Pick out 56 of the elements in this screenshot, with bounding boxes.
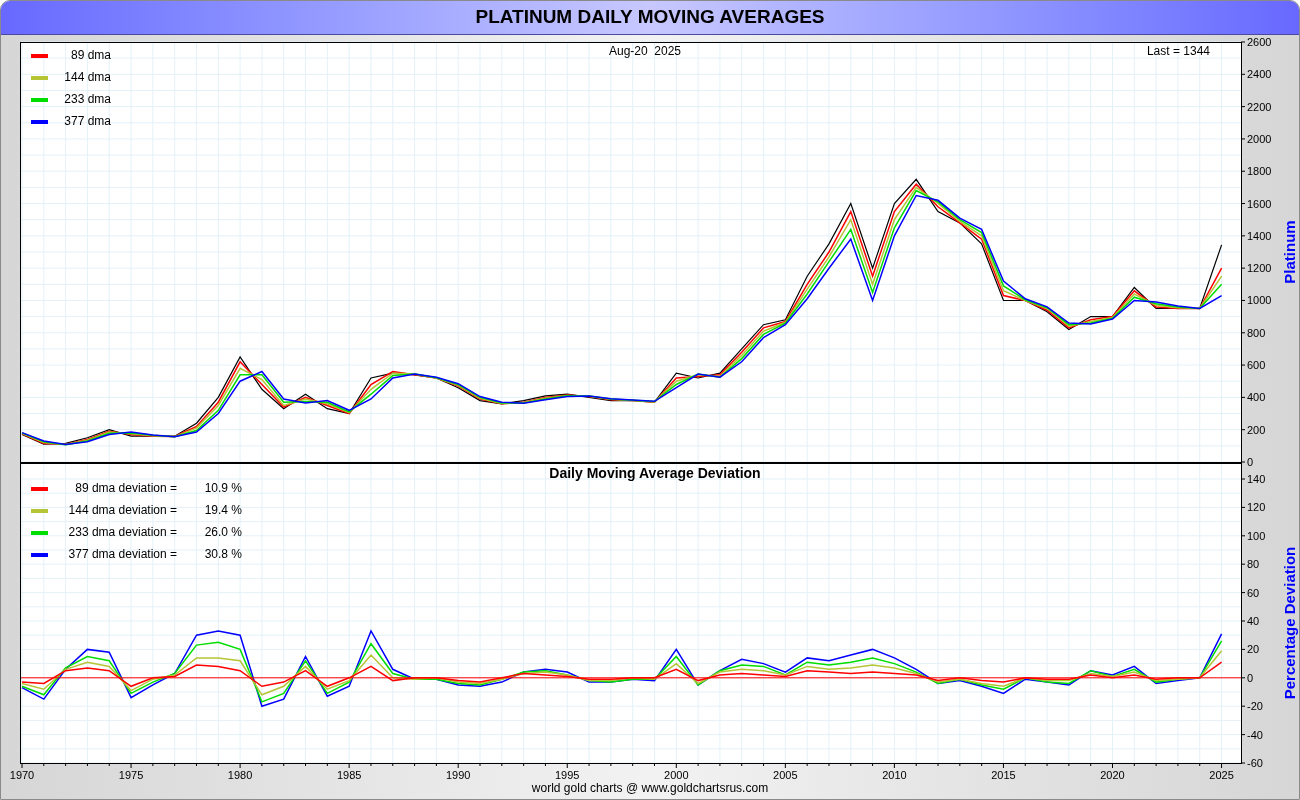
legend-value: 30.8 % bbox=[204, 547, 242, 561]
axis-title: Platinum bbox=[1281, 220, 1298, 284]
axis-title: Percentage Deviation bbox=[1281, 546, 1298, 700]
last-price: Last = 1344 bbox=[1146, 44, 1210, 58]
axis-label: 60 bbox=[1247, 586, 1260, 599]
footer-credit: world gold charts @ www.goldchartsrus.com bbox=[531, 780, 769, 797]
axis-label: 2015 bbox=[991, 769, 1016, 781]
axis-label: 200 bbox=[1247, 423, 1266, 436]
legend-value: 10.9 % bbox=[204, 481, 242, 495]
axis-label: -60 bbox=[1247, 757, 1263, 769]
chart-title: PLATINUM DAILY MOVING AVERAGES bbox=[475, 5, 825, 30]
legend-label: 377 dma bbox=[64, 114, 111, 128]
axis-label: 1980 bbox=[227, 769, 253, 781]
legend-label: 89 dma bbox=[70, 48, 111, 62]
axis-label: 1970 bbox=[9, 769, 35, 781]
axis-label: -20 bbox=[1247, 700, 1263, 713]
chart-date: Aug-20 2025 bbox=[608, 44, 682, 58]
axis-label: 2000 bbox=[1247, 132, 1272, 145]
legend-label: 233 dma deviation = bbox=[68, 525, 177, 539]
legend-label: 89 dma deviation = bbox=[75, 481, 177, 495]
legend-value: 26.0 % bbox=[204, 525, 242, 539]
axis-label: 20 bbox=[1247, 643, 1260, 656]
axis-label: 2005 bbox=[773, 769, 798, 781]
axis-label: 2025 bbox=[1209, 769, 1234, 781]
axis-label: 400 bbox=[1247, 391, 1266, 404]
legend-value: 19.4 % bbox=[204, 503, 242, 517]
axis-label: 2200 bbox=[1247, 100, 1272, 113]
legend-label: 144 dma bbox=[64, 70, 111, 84]
axis-label: 40 bbox=[1247, 615, 1260, 627]
axis-label: 80 bbox=[1247, 558, 1260, 571]
axis-label: 1985 bbox=[336, 769, 362, 781]
axis-label: 1800 bbox=[1247, 165, 1272, 178]
legend-label: 377 dma deviation = bbox=[68, 547, 177, 561]
axis-label: 0 bbox=[1247, 671, 1254, 684]
axis-label: 100 bbox=[1247, 529, 1266, 542]
panel-title: Daily Moving Average Deviation bbox=[549, 465, 761, 481]
axis-label: 1200 bbox=[1247, 262, 1272, 275]
axis-label: 120 bbox=[1247, 501, 1266, 514]
axis-label: -40 bbox=[1247, 728, 1263, 741]
axis-label: 140 bbox=[1247, 473, 1266, 485]
axis-label: 1600 bbox=[1247, 197, 1272, 210]
axis-label: 1990 bbox=[445, 769, 471, 781]
axis-label: 2600 bbox=[1247, 36, 1272, 48]
axis-label: 2010 bbox=[882, 769, 907, 781]
axis-label: 1995 bbox=[555, 769, 580, 781]
axis-label: 2400 bbox=[1247, 68, 1272, 81]
legend-label: 144 dma deviation = bbox=[68, 503, 177, 517]
axis-label: 1000 bbox=[1247, 294, 1272, 307]
axis-label: 0 bbox=[1247, 456, 1254, 468]
axis-label: 2020 bbox=[1100, 769, 1125, 781]
axis-label: 800 bbox=[1247, 326, 1266, 339]
legend-label: 233 dma bbox=[64, 92, 111, 106]
axis-label: 600 bbox=[1247, 359, 1266, 372]
axis-label: 2000 bbox=[664, 769, 689, 781]
axis-label: 1400 bbox=[1247, 229, 1272, 242]
axis-label: 1975 bbox=[118, 769, 144, 781]
